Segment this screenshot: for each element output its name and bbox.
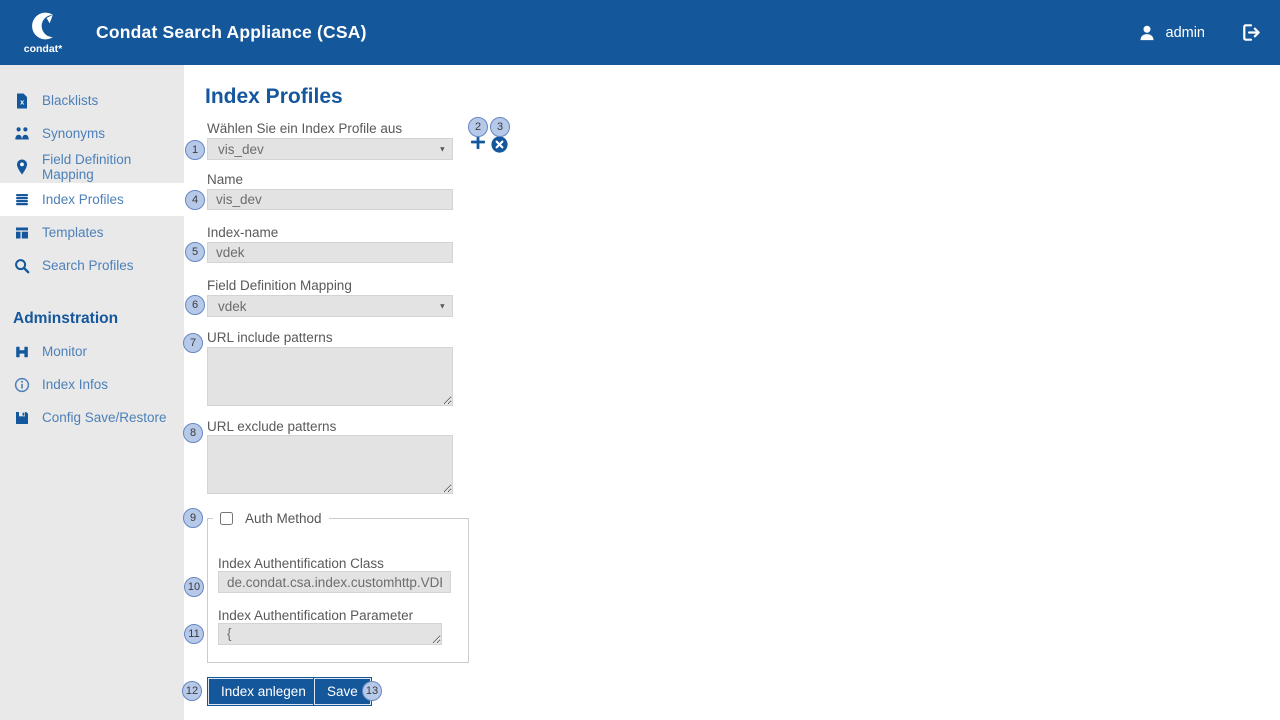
index-anlegen-button[interactable]: Index anlegen bbox=[207, 677, 320, 706]
sidebar-item-label: Field Definition Mapping bbox=[42, 152, 184, 182]
info-icon bbox=[14, 377, 30, 393]
logout-icon bbox=[1239, 21, 1262, 44]
auth-method-legend: Auth Method bbox=[213, 511, 329, 526]
condat-logo-icon bbox=[27, 10, 59, 42]
name-field[interactable] bbox=[207, 189, 453, 210]
condat-logo: condat* bbox=[14, 10, 72, 55]
remove-icon[interactable] bbox=[491, 136, 508, 153]
sidebar-item-label: Synonyms bbox=[42, 126, 105, 141]
index-name-field[interactable] bbox=[207, 242, 453, 263]
user-icon bbox=[1137, 23, 1157, 43]
url-exclude-label: URL exclude patterns bbox=[207, 419, 336, 434]
users-icon bbox=[14, 126, 30, 142]
username-label: admin bbox=[1166, 25, 1206, 41]
sidebar-item-label: Blacklists bbox=[42, 93, 98, 108]
auth-method-label: Auth Method bbox=[245, 511, 322, 526]
app-header: condat* Condat Search Appliance (CSA) ad… bbox=[0, 0, 1280, 65]
url-exclude-textarea[interactable] bbox=[207, 435, 453, 494]
fdm-select[interactable]: vdek bbox=[207, 295, 453, 317]
app-title: Condat Search Appliance (CSA) bbox=[96, 22, 367, 43]
auth-param-textarea[interactable]: { bbox=[218, 623, 442, 645]
annotation-badge-11: 11 bbox=[184, 624, 204, 644]
sidebar-item-synonyms[interactable]: Synonyms bbox=[0, 117, 184, 150]
condat-logo-text: condat* bbox=[24, 43, 63, 55]
page-title: Index Profiles bbox=[205, 85, 343, 109]
sidebar-item-label: Templates bbox=[42, 225, 104, 240]
profile-select-label: Wählen Sie ein Index Profile aus bbox=[207, 121, 402, 136]
annotation-badge-5: 5 bbox=[185, 242, 205, 262]
map-marker-icon bbox=[14, 159, 30, 175]
user-menu[interactable]: admin bbox=[1137, 23, 1206, 43]
file-x-icon: x bbox=[14, 93, 30, 109]
sidebar-item-index-infos[interactable]: Index Infos bbox=[0, 368, 184, 401]
sidebar-item-label: Search Profiles bbox=[42, 258, 134, 273]
sidebar-item-monitor[interactable]: Monitor bbox=[0, 335, 184, 368]
sidebar-nav: x Blacklists Synonyms Field Definition M… bbox=[0, 65, 184, 720]
sidebar-item-label: Index Infos bbox=[42, 377, 108, 392]
sidebar-item-search-profiles[interactable]: Search Profiles bbox=[0, 249, 184, 282]
annotation-badge-8: 8 bbox=[183, 423, 203, 443]
fdm-select-wrap: vdek ▼ bbox=[207, 295, 453, 317]
annotation-badge-7: 7 bbox=[183, 333, 203, 353]
annotation-badge-9: 9 bbox=[183, 508, 203, 528]
sidebar-section-administration: Adminstration bbox=[0, 302, 184, 335]
sidebar-item-label: Index Profiles bbox=[42, 192, 124, 207]
auth-param-label: Index Authentification Parameter bbox=[218, 608, 413, 623]
url-include-label: URL include patterns bbox=[207, 330, 333, 345]
auth-class-label: Index Authentification Class bbox=[218, 556, 384, 571]
annotation-badge-13: 13 bbox=[362, 681, 382, 701]
auth-class-field[interactable] bbox=[218, 571, 451, 593]
fdm-select-label: Field Definition Mapping bbox=[207, 278, 352, 293]
monitor-icon bbox=[14, 344, 30, 360]
annotation-badge-12: 12 bbox=[182, 681, 202, 701]
search-icon bbox=[14, 258, 30, 274]
annotation-badge-6: 6 bbox=[185, 295, 205, 315]
sidebar-item-label: Monitor bbox=[42, 344, 87, 359]
annotation-badge-3: 3 bbox=[490, 117, 510, 137]
auth-method-checkbox[interactable] bbox=[220, 512, 233, 525]
annotation-badge-1: 1 bbox=[185, 140, 205, 160]
sidebar-item-index-profiles[interactable]: Index Profiles bbox=[0, 183, 184, 216]
profile-select-wrap: vis_dev ▼ bbox=[207, 138, 453, 160]
sidebar-item-config-save-restore[interactable]: Config Save/Restore bbox=[0, 401, 184, 434]
sidebar-item-templates[interactable]: Templates bbox=[0, 216, 184, 249]
annotation-badge-10: 10 bbox=[184, 577, 204, 597]
index-name-field-label: Index-name bbox=[207, 225, 278, 240]
url-include-textarea[interactable] bbox=[207, 347, 453, 406]
sidebar-item-label: Config Save/Restore bbox=[42, 410, 167, 425]
annotation-badge-4: 4 bbox=[185, 190, 205, 210]
index-profiles-form: Index Profiles Wählen Sie ein Index Prof… bbox=[184, 65, 1280, 720]
logout-button[interactable] bbox=[1239, 21, 1262, 44]
sidebar-item-blacklists[interactable]: x Blacklists bbox=[0, 84, 184, 117]
save-icon bbox=[14, 410, 30, 426]
annotation-badge-2: 2 bbox=[468, 117, 488, 137]
name-field-label: Name bbox=[207, 172, 243, 187]
layout-icon bbox=[14, 225, 30, 241]
list-icon bbox=[14, 192, 30, 208]
profile-select[interactable]: vis_dev bbox=[207, 138, 453, 160]
sidebar-item-field-definition-mapping[interactable]: Field Definition Mapping bbox=[0, 150, 184, 183]
